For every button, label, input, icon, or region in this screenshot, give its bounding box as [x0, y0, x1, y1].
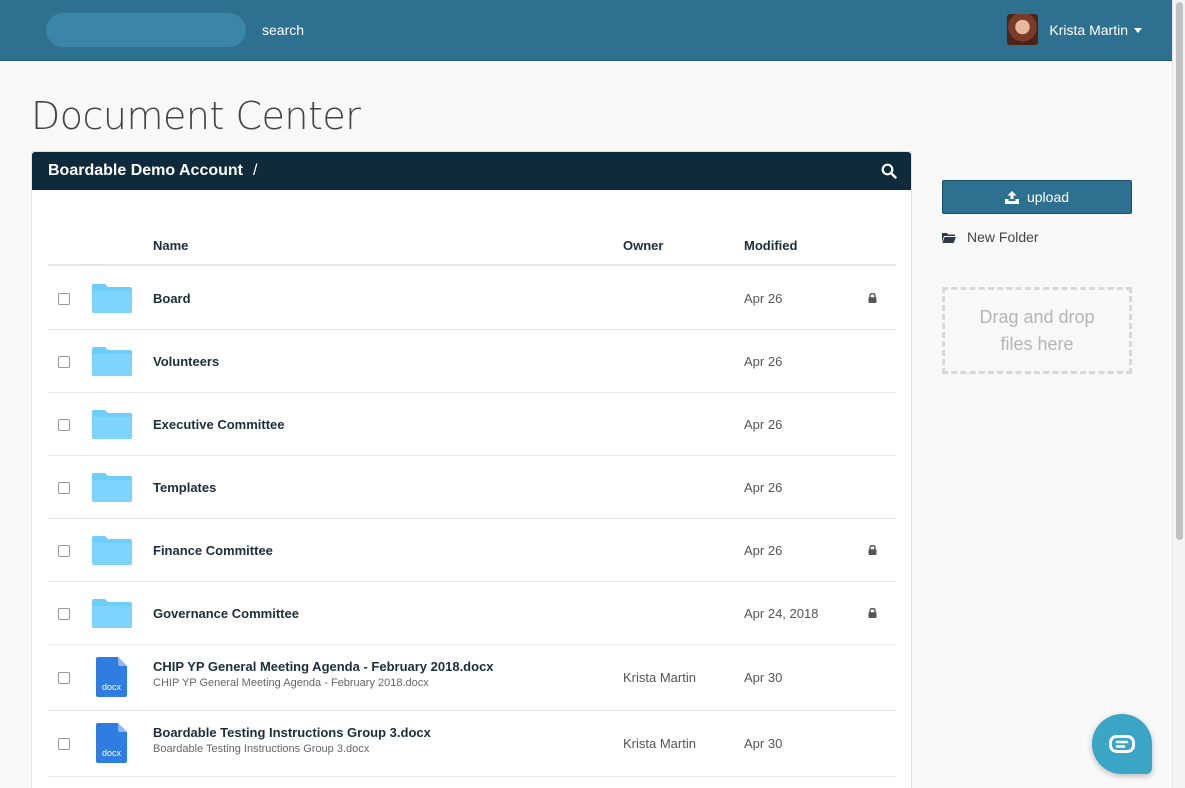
page-title: Document Center	[31, 94, 361, 138]
row-owner: Krista Martin	[623, 736, 696, 751]
row-checkbox[interactable]	[58, 481, 70, 494]
folder-icon	[92, 535, 132, 565]
row-modified-date: Apr 26	[744, 290, 783, 306]
row-modified-date: Apr 26	[744, 353, 783, 369]
row-modified-date: Apr 30	[744, 670, 783, 685]
row-modified-date: Apr 30	[744, 736, 783, 751]
table-row[interactable]: Templates Apr 26	[48, 456, 896, 519]
breadcrumb: Boardable Demo Account /	[32, 152, 911, 190]
row-file-description: Boardable Testing Instructions Group 3.d…	[153, 743, 370, 755]
row-name-link[interactable]: Templates	[153, 480, 216, 495]
row-name-link[interactable]: CHIP YP General Meeting Agenda - Februar…	[153, 659, 494, 674]
file-dropzone[interactable]: Drag and drop files here	[942, 287, 1132, 374]
column-header-name[interactable]: Name	[153, 238, 188, 253]
scrollbar-thumb[interactable]	[1176, 2, 1183, 540]
row-checkbox[interactable]	[58, 544, 70, 557]
new-folder-button[interactable]: New Folder	[942, 229, 1039, 245]
row-name-link[interactable]: Finance Committee	[153, 543, 273, 558]
row-checkbox[interactable]	[58, 292, 70, 305]
lock-icon	[868, 544, 877, 555]
folder-icon	[92, 346, 132, 376]
row-checkbox[interactable]	[58, 738, 70, 750]
table-row[interactable]: Finance Committee Apr 26	[48, 519, 896, 582]
row-name-link[interactable]: Volunteers	[153, 354, 219, 369]
file-extension-label: docx	[102, 748, 122, 758]
row-file-description: CHIP YP General Meeting Agenda - Februar…	[153, 677, 429, 689]
table-row[interactable]: Board Apr 26	[48, 267, 896, 330]
lock-icon	[868, 607, 877, 618]
upload-icon	[1004, 190, 1019, 204]
table-row[interactable]: Executive Committee Apr 26	[48, 393, 896, 456]
search-icon[interactable]	[881, 163, 897, 179]
row-name-link[interactable]: Governance Committee	[153, 606, 299, 621]
chevron-down-icon	[1134, 28, 1142, 33]
user-menu[interactable]: Krista Martin	[1007, 14, 1142, 45]
lock-icon	[868, 292, 877, 303]
docx-file-icon: docx	[96, 723, 127, 763]
page-scrollbar[interactable]	[1172, 0, 1185, 788]
row-name-link[interactable]: Board	[153, 291, 191, 306]
row-modified-date: Apr 26	[744, 542, 783, 558]
chat-launcher-button[interactable]	[1092, 714, 1152, 774]
row-name-link[interactable]: Boardable Testing Instructions Group 3.d…	[153, 725, 431, 740]
row-modified-date: Apr 26	[744, 416, 783, 432]
top-navigation-bar: search Krista Martin	[0, 0, 1172, 61]
upload-label: upload	[1026, 189, 1070, 205]
documents-panel: Boardable Demo Account / Name Owner Modi…	[31, 151, 912, 788]
folder-icon	[92, 283, 132, 313]
column-header-modified[interactable]: Modified	[744, 238, 797, 253]
new-folder-label: New Folder	[967, 229, 1039, 245]
upload-button[interactable]: upload	[942, 180, 1132, 214]
user-avatar	[1007, 14, 1039, 45]
chat-icon	[1109, 735, 1135, 753]
row-owner: Krista Martin	[623, 670, 696, 685]
user-name: Krista Martin	[1049, 21, 1128, 38]
row-checkbox[interactable]	[58, 607, 70, 620]
folder-open-icon	[942, 232, 956, 243]
row-modified-date: Apr 26	[744, 479, 783, 495]
folder-icon	[92, 472, 132, 502]
table-header: Name Owner Modified	[48, 230, 896, 266]
search-label: search	[262, 22, 305, 38]
table-row[interactable]: docx CHIP YP General Meeting Agenda - Feb…	[48, 645, 896, 711]
search-input[interactable]	[46, 13, 246, 47]
row-modified-date: Apr 24, 2018	[744, 605, 819, 621]
row-checkbox[interactable]	[58, 355, 70, 368]
dropzone-text: Drag and drop files here	[979, 306, 1095, 354]
breadcrumb-root-link[interactable]: Boardable Demo Account	[48, 162, 243, 180]
table-row[interactable]: docx Boardable Testing Instructions Group…	[48, 711, 896, 777]
file-extension-label: docx	[102, 682, 122, 692]
table-row[interactable]: Governance Committee Apr 24, 2018	[48, 582, 896, 645]
folder-icon	[92, 598, 132, 628]
row-checkbox[interactable]	[58, 418, 70, 431]
row-name-link[interactable]: Executive Committee	[153, 417, 285, 432]
breadcrumb-separator: /	[253, 162, 258, 179]
docx-file-icon: docx	[96, 657, 127, 697]
column-header-owner[interactable]: Owner	[623, 238, 663, 253]
folder-icon	[92, 409, 132, 439]
row-checkbox[interactable]	[58, 672, 70, 684]
table-row[interactable]: Volunteers Apr 26	[48, 330, 896, 393]
